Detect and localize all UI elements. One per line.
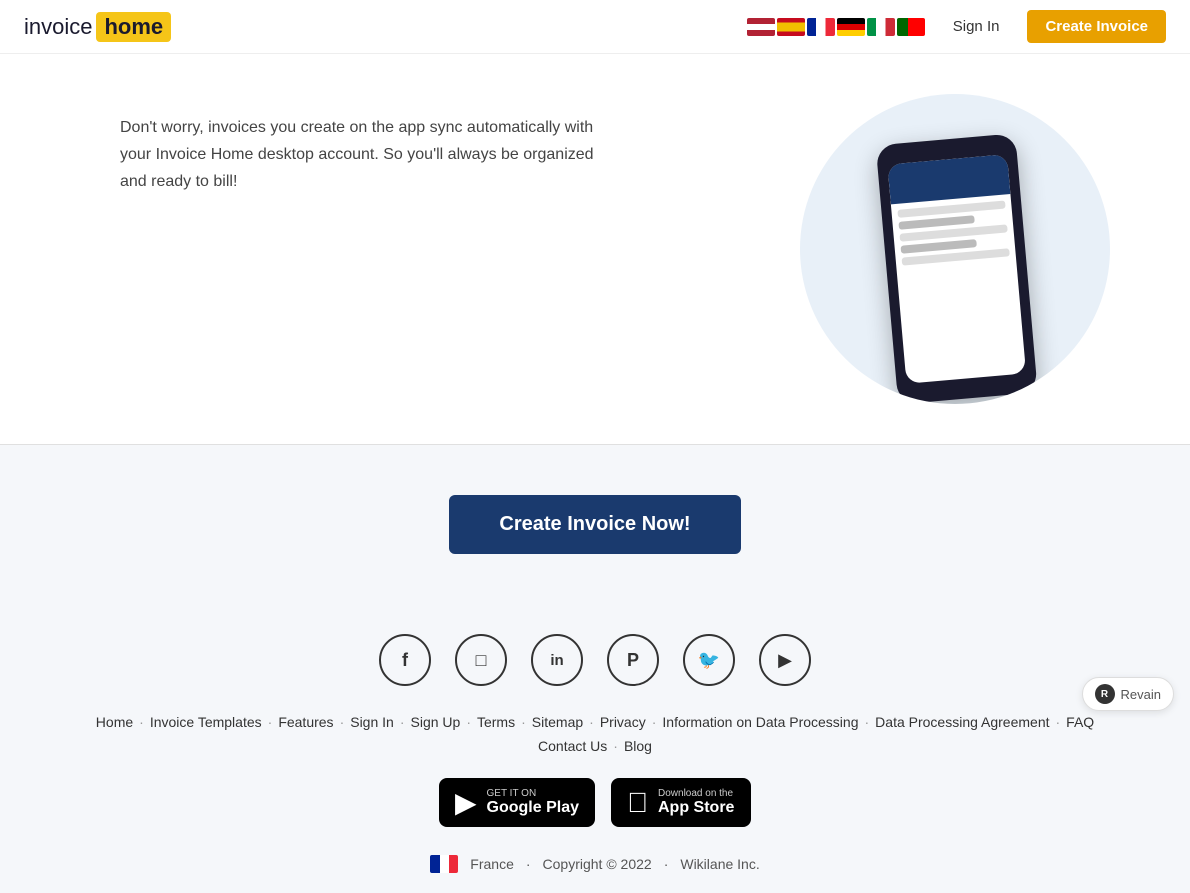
sign-up-link[interactable]: Sign Up xyxy=(411,714,461,730)
de-flag[interactable] xyxy=(837,18,865,36)
sitemap-link[interactable]: Sitemap xyxy=(532,714,583,730)
pinterest-icon[interactable]: P xyxy=(607,634,659,686)
sign-in-button[interactable]: Sign In xyxy=(941,12,1012,41)
revain-widget[interactable]: R Revain xyxy=(1082,677,1174,711)
phone-mockup xyxy=(876,133,1038,404)
it-flag[interactable] xyxy=(867,18,895,36)
social-icons: f □ in P 🐦 ▶ xyxy=(20,634,1170,686)
main-text-block: Don't worry, invoices you create on the … xyxy=(120,94,620,196)
revain-label: Revain xyxy=(1121,687,1161,702)
privacy-link[interactable]: Privacy xyxy=(600,714,646,730)
terms-link[interactable]: Terms xyxy=(477,714,515,730)
facebook-icon[interactable]: f xyxy=(379,634,431,686)
create-invoice-now-button[interactable]: Create Invoice Now! xyxy=(449,495,740,554)
phone-screen-body xyxy=(891,194,1026,384)
app-store-badge[interactable]:  Download on the App Store xyxy=(611,778,751,827)
revain-logo: R xyxy=(1095,684,1115,704)
footer-bottom: France · Copyright © 2022 · Wikilane Inc… xyxy=(20,855,1170,873)
company-label: Wikilane Inc. xyxy=(680,856,759,872)
language-flags xyxy=(747,18,925,36)
instagram-icon[interactable]: □ xyxy=(455,634,507,686)
invoice-templates-link[interactable]: Invoice Templates xyxy=(150,714,262,730)
google-play-icon: ▶ xyxy=(455,786,477,819)
es-flag[interactable] xyxy=(777,18,805,36)
app-store-small-text: Download on the xyxy=(658,788,734,799)
header: invoicehome Sign In Create Invoice xyxy=(0,0,1190,54)
us-flag[interactable] xyxy=(747,18,775,36)
pt-flag[interactable] xyxy=(897,18,925,36)
app-store-label: App Store xyxy=(658,799,734,817)
country-label: France xyxy=(470,856,514,872)
copyright-label: Copyright © 2022 xyxy=(543,856,652,872)
main-description: Don't worry, invoices you create on the … xyxy=(120,114,620,196)
footer-links-row2: Contact Us · Blog xyxy=(20,738,1170,754)
google-play-small-text: GET IT ON xyxy=(487,788,579,799)
google-play-badge[interactable]: ▶ GET IT ON Google Play xyxy=(439,778,595,827)
contact-us-link[interactable]: Contact Us xyxy=(538,738,607,754)
phone-line-1 xyxy=(897,200,1005,217)
data-processing-link[interactable]: Information on Data Processing xyxy=(662,714,858,730)
faq-link[interactable]: FAQ xyxy=(1066,714,1094,730)
main-content: Don't worry, invoices you create on the … xyxy=(0,54,1190,444)
logo-invoice-text: invoice xyxy=(24,14,92,40)
header-right: Sign In Create Invoice xyxy=(747,10,1166,43)
data-processing-agreement-link[interactable]: Data Processing Agreement xyxy=(875,714,1049,730)
fr-flag[interactable] xyxy=(807,18,835,36)
features-link[interactable]: Features xyxy=(278,714,333,730)
home-link[interactable]: Home xyxy=(96,714,133,730)
phone-screen xyxy=(887,154,1026,384)
create-invoice-header-button[interactable]: Create Invoice xyxy=(1027,10,1166,43)
linkedin-icon[interactable]: in xyxy=(531,634,583,686)
footer: f □ in P 🐦 ▶ Home · Invoice Templates · … xyxy=(0,604,1190,893)
phone-image-circle xyxy=(800,94,1110,404)
footer-links-row1: Home · Invoice Templates · Features · Si… xyxy=(20,714,1170,730)
google-play-label: Google Play xyxy=(487,799,579,817)
cta-section: Create Invoice Now! xyxy=(0,444,1190,604)
sign-in-footer-link[interactable]: Sign In xyxy=(350,714,394,730)
logo-home-text: home xyxy=(96,12,171,42)
youtube-icon[interactable]: ▶ xyxy=(759,634,811,686)
apple-icon:  xyxy=(627,787,648,819)
blog-link[interactable]: Blog xyxy=(624,738,652,754)
twitter-icon[interactable]: 🐦 xyxy=(683,634,735,686)
logo[interactable]: invoicehome xyxy=(24,12,171,42)
france-flag xyxy=(430,855,458,873)
app-badges: ▶ GET IT ON Google Play  Download on th… xyxy=(20,778,1170,827)
